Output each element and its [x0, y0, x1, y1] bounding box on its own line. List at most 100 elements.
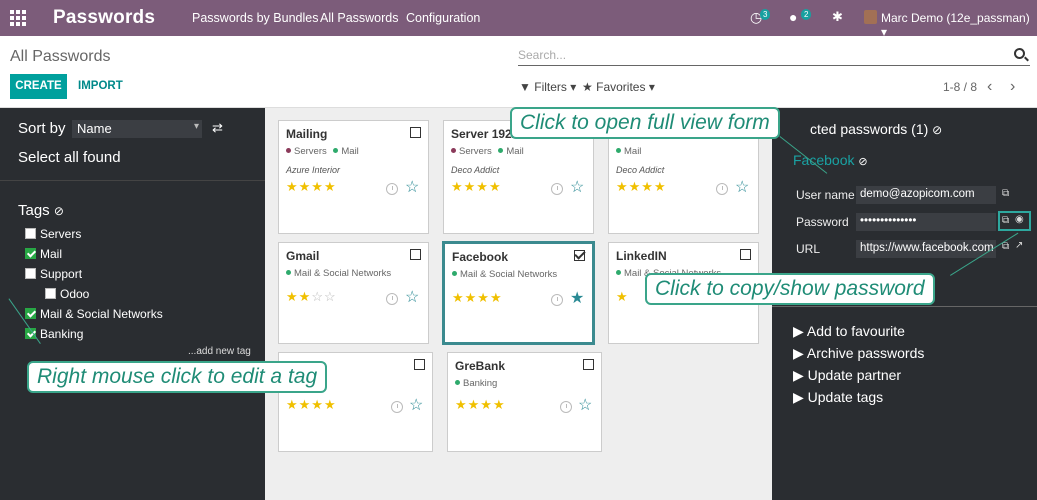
password-value: •••••••••••••• — [856, 213, 996, 231]
menu-passwords-by-bundles[interactable]: Passwords by Bundles — [192, 11, 318, 25]
card-title: Server 192/ — [451, 127, 516, 141]
filters-dropdown[interactable]: ▼ Filters ▾ — [519, 80, 576, 94]
tag-banking[interactable]: Banking — [40, 327, 83, 341]
rating-stars[interactable]: ★★★★ — [455, 397, 506, 413]
favorites-label: Favorites — [596, 80, 646, 94]
card-tags: Servers Mail — [451, 146, 524, 157]
action-archive-passwords[interactable]: ▶ Archive passwords — [793, 345, 924, 362]
divider — [0, 180, 265, 181]
card-title: Mailing — [286, 127, 328, 141]
show-password-eye-icon[interactable]: ◉ — [1015, 214, 1024, 225]
create-button[interactable]: CREATE — [10, 74, 67, 99]
password-card-mailing[interactable]: Mailing Servers Mail Azure Interior ★★★★… — [278, 120, 429, 234]
tags-title: Tags ⊘ — [18, 202, 64, 219]
favourite-star-icon[interactable]: ☆ — [570, 177, 584, 197]
copy-icon[interactable]: ⧉ — [1002, 188, 1009, 199]
card-checkbox[interactable] — [414, 359, 425, 370]
password-card-gmail[interactable]: Gmail Mail & Social Networks ★★☆☆ ☆ — [278, 242, 429, 344]
add-new-tag-link[interactable]: ...add new tag — [188, 346, 251, 357]
pager-next-icon[interactable]: › — [1010, 78, 1015, 96]
card-title: GreBank — [455, 359, 506, 373]
rating-stars[interactable]: ★★★★ — [452, 290, 503, 306]
action-update-partner[interactable]: ▶ Update partner — [793, 367, 901, 384]
clock-icon[interactable] — [551, 294, 563, 306]
card-tag: Mail — [624, 146, 642, 157]
tag-checkbox-mail-social[interactable] — [25, 308, 36, 319]
clock-icon[interactable] — [716, 183, 728, 195]
card-tag: Mail — [341, 146, 359, 157]
search-input[interactable]: Search... — [518, 46, 1030, 66]
card-title: LinkedIN — [616, 249, 667, 263]
deselect-icon[interactable]: ⊘ — [858, 156, 867, 168]
rating-stars[interactable]: ★ — [616, 289, 629, 305]
clear-selection-icon[interactable]: ⊘ — [932, 123, 942, 137]
tag-mail[interactable]: Mail — [40, 247, 62, 261]
card-checkbox[interactable] — [740, 249, 751, 260]
callout-copy-password: Click to copy/show password — [645, 273, 935, 305]
card-tag: Mail & Social Networks — [294, 268, 392, 279]
clock-icon[interactable] — [386, 293, 398, 305]
username-label: User name — [796, 188, 855, 202]
archive-icon[interactable]: ⊘ — [54, 204, 64, 218]
divider — [772, 306, 1037, 307]
password-card-grebank[interactable]: GreBank Banking ★★★★ ☆ — [447, 352, 602, 452]
user-menu[interactable]: Marc Demo (12e_passman) ▾ — [881, 11, 1037, 39]
callout-open-form: Click to open full view form — [510, 107, 780, 139]
tag-checkbox-support[interactable] — [25, 268, 36, 279]
control-panel: All Passwords Search... CREATE IMPORT ▼ … — [0, 36, 1037, 108]
tag-servers[interactable]: Servers — [40, 227, 81, 241]
copy-password-icon[interactable]: ⧉ — [1002, 215, 1009, 226]
card-checkbox[interactable] — [583, 359, 594, 370]
activity-badge: 3 — [760, 9, 771, 20]
select-all-link[interactable]: Select all found — [18, 149, 121, 166]
password-card-facebook[interactable]: Facebook Mail & Social Networks ★★★★ ★ — [442, 241, 595, 345]
callout-edit-tag: Right mouse click to edit a tag — [27, 361, 328, 393]
favourite-star-icon[interactable]: ☆ — [735, 177, 749, 197]
pager-previous-icon[interactable]: ‹ — [987, 78, 992, 96]
sort-select[interactable]: Name — [72, 120, 202, 138]
pager-value: 1-8 / 8 — [943, 80, 978, 94]
avatar[interactable] — [864, 10, 877, 24]
clock-icon[interactable] — [391, 401, 403, 413]
rating-stars[interactable]: ★★★★ — [286, 179, 337, 195]
tags-title-text: Tags — [18, 202, 50, 219]
external-link-icon[interactable]: ↗ — [1015, 240, 1023, 251]
tag-support[interactable]: Support — [40, 267, 82, 281]
rating-stars[interactable]: ★★★★ — [616, 179, 667, 195]
card-checkbox[interactable] — [410, 127, 421, 138]
card-checkbox[interactable] — [574, 250, 585, 261]
clock-icon[interactable] — [386, 183, 398, 195]
action-update-tags[interactable]: ▶ Update tags — [793, 389, 883, 406]
tag-mail-social-networks[interactable]: Mail & Social Networks — [40, 307, 163, 321]
rating-stars[interactable]: ★★☆☆ — [286, 289, 337, 305]
clock-icon[interactable] — [551, 183, 563, 195]
tag-checkbox-servers[interactable] — [25, 228, 36, 239]
messages-badge: 2 — [801, 9, 812, 20]
favourite-star-icon[interactable]: ★ — [570, 288, 584, 308]
import-button[interactable]: IMPORT — [78, 80, 123, 92]
card-checkbox[interactable] — [410, 249, 421, 260]
tag-odoo[interactable]: Odoo — [60, 287, 89, 301]
menu-configuration[interactable]: Configuration — [406, 11, 480, 25]
app-title: Passwords — [53, 7, 156, 28]
favourite-star-icon[interactable]: ☆ — [409, 395, 423, 415]
clock-icon[interactable] — [560, 401, 572, 413]
messages-icon[interactable]: ● — [789, 9, 797, 25]
search-icon[interactable] — [1014, 48, 1025, 59]
action-add-to-favourite[interactable]: ▶ Add to favourite — [793, 323, 905, 340]
selected-header-text: cted passwords (1) — [810, 121, 929, 137]
favourite-star-icon[interactable]: ☆ — [405, 287, 419, 307]
favourite-star-icon[interactable]: ☆ — [578, 395, 592, 415]
tag-checkbox-odoo[interactable] — [45, 288, 56, 299]
sort-direction-icon[interactable]: ⇄ — [212, 120, 223, 136]
filter-icon: ▼ — [519, 80, 531, 94]
favourite-star-icon[interactable]: ☆ — [405, 177, 419, 197]
debug-bug-icon[interactable]: ✱ — [832, 9, 843, 25]
tag-checkbox-mail[interactable] — [25, 248, 36, 259]
rating-stars[interactable]: ★★★★ — [451, 179, 502, 195]
menu-all-passwords[interactable]: All Passwords — [320, 11, 399, 25]
filters-label: Filters — [534, 80, 567, 94]
apps-menu-icon[interactable] — [10, 10, 26, 26]
favorites-dropdown[interactable]: ★ Favorites ▾ — [582, 80, 655, 94]
rating-stars[interactable]: ★★★★ — [286, 397, 337, 413]
